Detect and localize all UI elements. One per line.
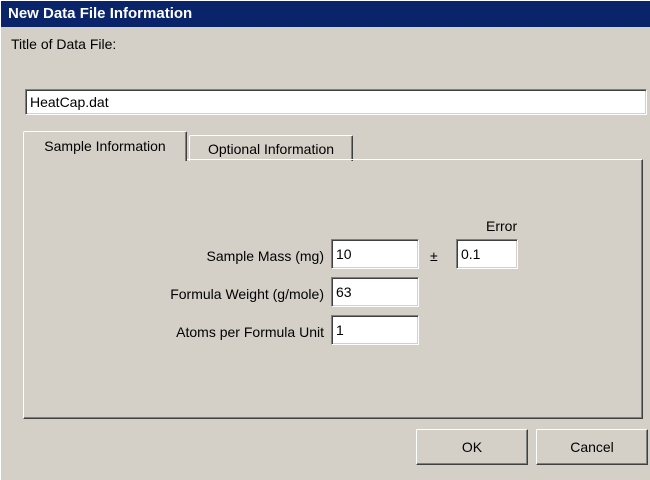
sample-mass-input[interactable] [331,239,419,269]
cancel-button[interactable]: Cancel [536,429,648,465]
file-title-label: Title of Data File: [11,36,117,52]
error-column-header: Error [486,218,518,234]
tab-sample-information[interactable]: Sample Information [23,131,187,161]
formula-weight-label: Formula Weight (g/mole) [170,286,324,302]
sample-mass-label: Sample Mass (mg) [206,248,324,264]
new-data-file-dialog: New Data File Information Title of Data … [0,0,650,480]
plus-minus-symbol: ± [430,248,438,264]
atoms-per-formula-unit-label: Atoms per Formula Unit [176,324,324,340]
sample-mass-error-input[interactable] [456,239,518,269]
ok-button[interactable]: OK [416,429,528,465]
tab-optional-information[interactable]: Optional Information [189,135,353,161]
dialog-title-bar: New Data File Information [1,1,650,27]
sample-information-panel: Error Sample Mass (mg) ± Formula Weight … [23,159,643,419]
atoms-per-formula-unit-input[interactable] [331,315,419,345]
formula-weight-input[interactable] [331,277,419,307]
file-title-input[interactable] [25,89,647,115]
